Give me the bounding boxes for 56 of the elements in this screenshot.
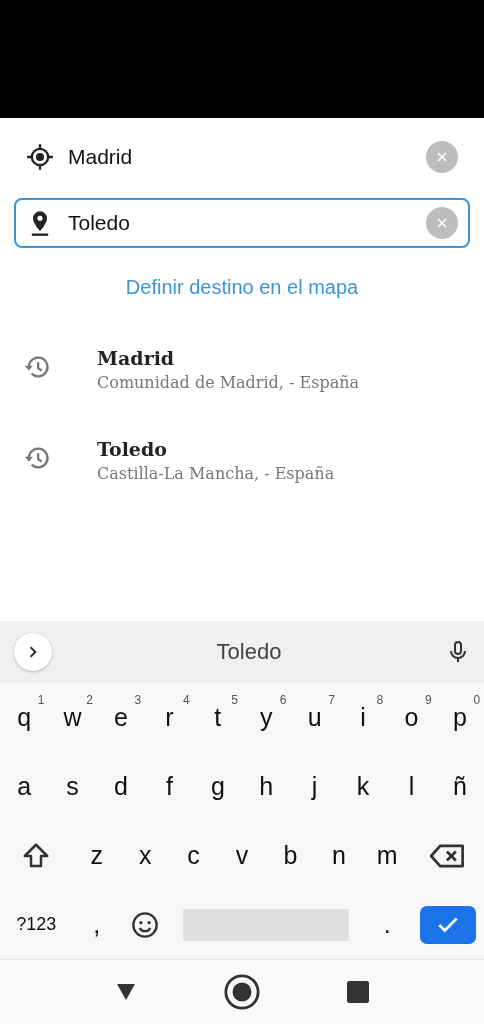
key-hint: 7: [328, 693, 335, 707]
keyboard-key[interactable]: u: [301, 703, 328, 732]
key-hint: 8: [376, 693, 384, 707]
chevron-right-icon: [27, 646, 39, 658]
symbols-key[interactable]: ?123: [10, 914, 63, 935]
keyboard-key[interactable]: b: [277, 841, 304, 870]
emoji-key-icon[interactable]: [131, 910, 160, 939]
keyboard-key[interactable]: c: [181, 841, 206, 870]
keyboard-key[interactable]: z: [84, 841, 110, 870]
keyboard-key[interactable]: s: [60, 772, 85, 801]
keyboard-key[interactable]: i: [354, 703, 372, 732]
key-hint: 0: [473, 693, 481, 707]
keyboard-key[interactable]: ,: [87, 910, 107, 939]
keyboard-key[interactable]: .: [377, 910, 397, 939]
place-name[interactable]: Toledo: [97, 438, 335, 460]
text-input[interactable]: Madrid: [68, 145, 412, 169]
keyboard-key[interactable]: h: [253, 772, 280, 801]
keyboard-key[interactable]: t: [208, 703, 228, 732]
place-name[interactable]: Madrid: [97, 347, 360, 369]
key-hint: 5: [231, 693, 239, 707]
location-target-icon: [26, 143, 54, 171]
keyboard-key[interactable]: l: [402, 772, 421, 801]
keyboard-key[interactable]: v: [229, 841, 255, 870]
keyboard-key[interactable]: d: [108, 772, 134, 801]
key-hint: 9: [424, 693, 432, 707]
keyboard-key[interactable]: a: [11, 772, 38, 801]
key-hint: 6: [279, 693, 287, 707]
keyboard-key[interactable]: g: [204, 772, 231, 801]
keyboard-key[interactable]: e: [108, 703, 134, 732]
key-hint: 2: [86, 693, 93, 707]
keyboard-key[interactable]: q: [11, 703, 38, 732]
keyboard-key[interactable]: r: [159, 703, 180, 732]
place-region: Comunidad de Madrid, - España: [97, 373, 360, 392]
input-field[interactable]: Toledo: [14, 198, 470, 248]
home-icon[interactable]: [223, 973, 261, 1011]
keyboard-key[interactable]: n: [325, 841, 352, 870]
keyboard-key[interactable]: f: [159, 772, 179, 801]
close-icon: [437, 152, 447, 162]
input-field[interactable]: Madrid: [14, 132, 470, 182]
keyboard-key[interactable]: ñ: [446, 772, 473, 801]
keyboard-key[interactable]: p: [446, 703, 473, 732]
close-icon: [437, 218, 447, 228]
keyboard-key[interactable]: j: [305, 772, 324, 801]
keyboard-key[interactable]: o: [398, 703, 425, 732]
place-region: Castilla-La Mancha, - España: [97, 464, 335, 483]
keyboard-key[interactable]: x: [132, 841, 158, 870]
key-hint: 4: [182, 693, 190, 707]
keyboard-key[interactable]: m: [370, 841, 404, 870]
keyboard-key[interactable]: w: [57, 703, 88, 732]
text-input[interactable]: Toledo: [68, 211, 412, 235]
back-icon[interactable]: [115, 982, 137, 1002]
keyboard-key[interactable]: y: [254, 703, 279, 732]
keyboard-key[interactable]: k: [350, 772, 376, 801]
enter-key[interactable]: [419, 905, 476, 944]
key-hint: 1: [37, 693, 45, 707]
key-hint: 3: [134, 693, 142, 707]
